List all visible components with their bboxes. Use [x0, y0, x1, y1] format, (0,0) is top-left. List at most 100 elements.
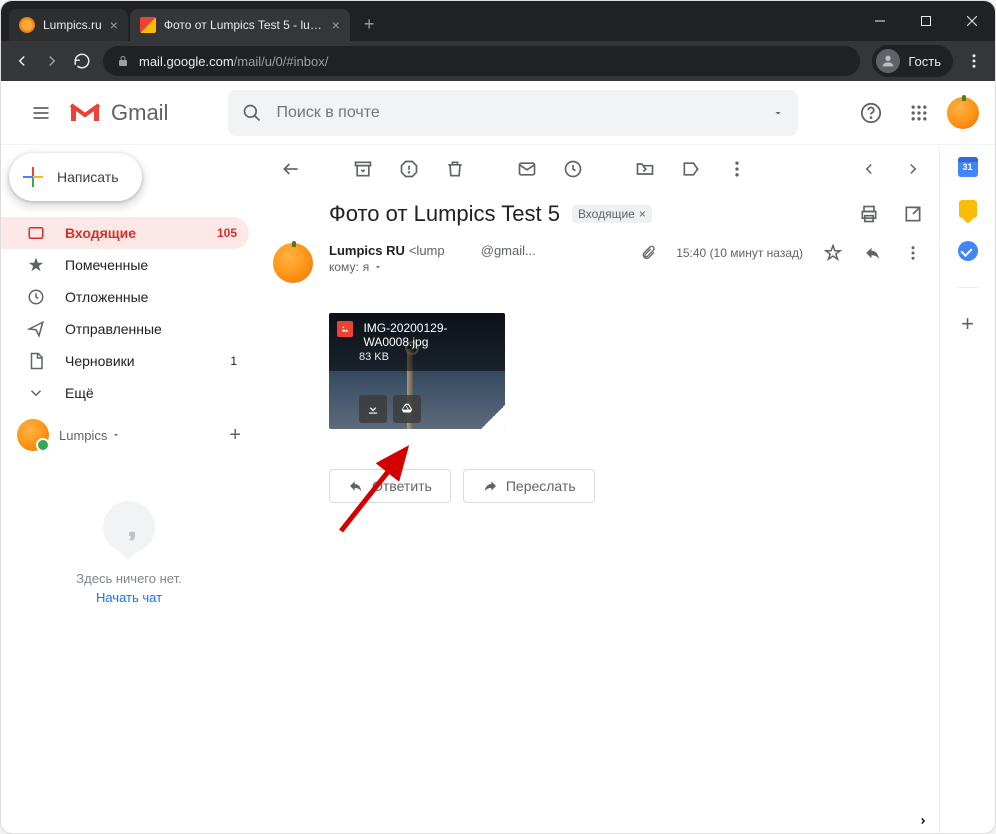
toolbar-group [353, 159, 465, 179]
archive-button[interactable] [353, 159, 373, 179]
sidebar-item-label: Ещё [65, 385, 94, 401]
attachment-overlay: IMG-20200129-WA0008.jpg 83 KB [329, 313, 505, 371]
sidebar-item-starred[interactable]: Помеченные [1, 249, 249, 281]
forward-button[interactable]: Переслать [463, 469, 595, 503]
new-chat-button[interactable]: + [229, 424, 241, 447]
back-to-inbox-button[interactable] [281, 159, 301, 179]
message-more-button[interactable] [903, 243, 923, 263]
hangouts-header: Lumpics + [1, 409, 257, 461]
calendar-addon-button[interactable]: 31 [958, 157, 978, 177]
horizontal-scrollbar[interactable] [281, 815, 931, 829]
unread-button[interactable] [517, 159, 537, 179]
hangouts-avatar[interactable] [17, 419, 49, 451]
sidebar: Написать Входящие 105 Помеченные Отложен… [1, 145, 257, 833]
subject-actions [859, 204, 923, 224]
sidebar-item-snoozed[interactable]: Отложенные [1, 281, 249, 313]
support-button[interactable] [851, 93, 891, 133]
reply-label: Ответить [372, 478, 432, 494]
profile-chip[interactable]: Гость [872, 45, 953, 77]
minimize-button[interactable] [857, 1, 903, 41]
favicon-icon [19, 17, 35, 33]
remove-label-icon[interactable]: × [639, 207, 646, 221]
sender-email: <lump @gmail... [409, 243, 536, 258]
folder-list: Входящие 105 Помеченные Отложенные Отпра… [1, 217, 257, 409]
message-header: Lumpics RU <lump @gmail... кому: я 15:40… [273, 243, 939, 283]
close-icon[interactable]: × [332, 17, 340, 33]
scroll-right-button[interactable] [915, 815, 931, 827]
attachment-name: IMG-20200129-WA0008.jpg [363, 321, 493, 349]
keep-addon-button[interactable] [958, 199, 978, 219]
message-view: Фото от Lumpics Test 5 Входящие × Lumpic… [257, 145, 939, 833]
url-host: mail.google.com [139, 54, 234, 69]
forward-icon [482, 478, 498, 494]
sidebar-item-label: Входящие [65, 225, 136, 241]
move-to-button[interactable] [635, 159, 655, 179]
save-to-drive-button[interactable] [393, 395, 421, 423]
header-actions [851, 93, 979, 133]
search-options-button[interactable] [772, 107, 784, 119]
print-button[interactable] [859, 204, 879, 224]
reply-button[interactable]: Ответить [329, 469, 451, 503]
snooze-button[interactable] [563, 159, 583, 179]
sidebar-item-drafts[interactable]: Черновики 1 [1, 345, 249, 377]
browser-tab[interactable]: Фото от Lumpics Test 5 - lumpfi × [130, 9, 350, 41]
search-input[interactable] [276, 104, 772, 122]
window-controls [857, 1, 995, 41]
compose-button[interactable]: Написать [9, 153, 142, 201]
delete-button[interactable] [445, 159, 465, 179]
chevron-down-icon [373, 262, 383, 272]
tab-strip: Lumpics.ru × Фото от Lumpics Test 5 - lu… [1, 1, 374, 41]
page-fold-icon [481, 405, 505, 429]
browser-tab[interactable]: Lumpics.ru × [9, 9, 128, 41]
maximize-button[interactable] [903, 1, 949, 41]
favicon-icon [140, 17, 156, 33]
sidebar-item-count: 1 [230, 354, 237, 368]
message-meta: Lumpics RU <lump @gmail... кому: я 15:40… [329, 243, 923, 283]
reply-icon-button[interactable] [863, 243, 883, 263]
forward-button[interactable] [43, 52, 61, 70]
toolbar-group [635, 159, 747, 179]
gmail-logo-text: Gmail [111, 100, 168, 126]
back-button[interactable] [13, 52, 31, 70]
chevron-down-icon [27, 384, 47, 402]
forward-label: Переслать [506, 478, 576, 494]
sidebar-item-inbox[interactable]: Входящие 105 [1, 217, 249, 249]
apps-button[interactable] [899, 93, 939, 133]
recipient-line[interactable]: кому: я [329, 260, 536, 274]
title-bar: Lumpics.ru × Фото от Lumpics Test 5 - lu… [1, 1, 995, 41]
star-button[interactable] [823, 243, 843, 263]
sender-avatar[interactable] [273, 243, 313, 283]
lock-icon [117, 55, 129, 67]
prev-button[interactable] [859, 159, 879, 179]
reply-row: Ответить Переслать [273, 469, 939, 503]
new-tab-button[interactable]: + [364, 14, 375, 35]
chat-bubble-icon: ,, [103, 501, 155, 553]
close-icon[interactable]: × [110, 17, 118, 33]
gmail-header: Gmail [1, 81, 995, 145]
label-button[interactable] [681, 159, 701, 179]
attachment-thumbnail[interactable]: IMG-20200129-WA0008.jpg 83 KB [329, 313, 505, 429]
sidebar-item-sent[interactable]: Отправленные [1, 313, 249, 345]
sidebar-item-more[interactable]: Ещё [1, 377, 249, 409]
next-button[interactable] [903, 159, 923, 179]
search-box[interactable] [228, 90, 798, 136]
label-chip[interactable]: Входящие × [572, 205, 652, 223]
sidebar-item-label: Отложенные [65, 289, 148, 305]
account-avatar[interactable] [947, 97, 979, 129]
add-addon-button[interactable]: + [958, 314, 978, 334]
main-menu-button[interactable] [17, 89, 65, 137]
tasks-addon-button[interactable] [958, 241, 978, 261]
more-button[interactable] [727, 159, 747, 179]
new-window-button[interactable] [903, 204, 923, 224]
right-sidepanel: 31 + [939, 145, 995, 833]
browser-menu-button[interactable] [965, 52, 983, 70]
start-chat-link[interactable]: Начать чат [21, 590, 237, 605]
reload-button[interactable] [73, 52, 91, 70]
download-attachment-button[interactable] [359, 395, 387, 423]
spam-button[interactable] [399, 159, 419, 179]
url-bar[interactable]: mail.google.com/mail/u/0/#inbox/ [103, 46, 860, 76]
address-bar: mail.google.com/mail/u/0/#inbox/ Гость [1, 41, 995, 81]
close-window-button[interactable] [949, 1, 995, 41]
message-toolbar [273, 145, 939, 193]
gmail-logo[interactable]: Gmail [69, 100, 168, 126]
